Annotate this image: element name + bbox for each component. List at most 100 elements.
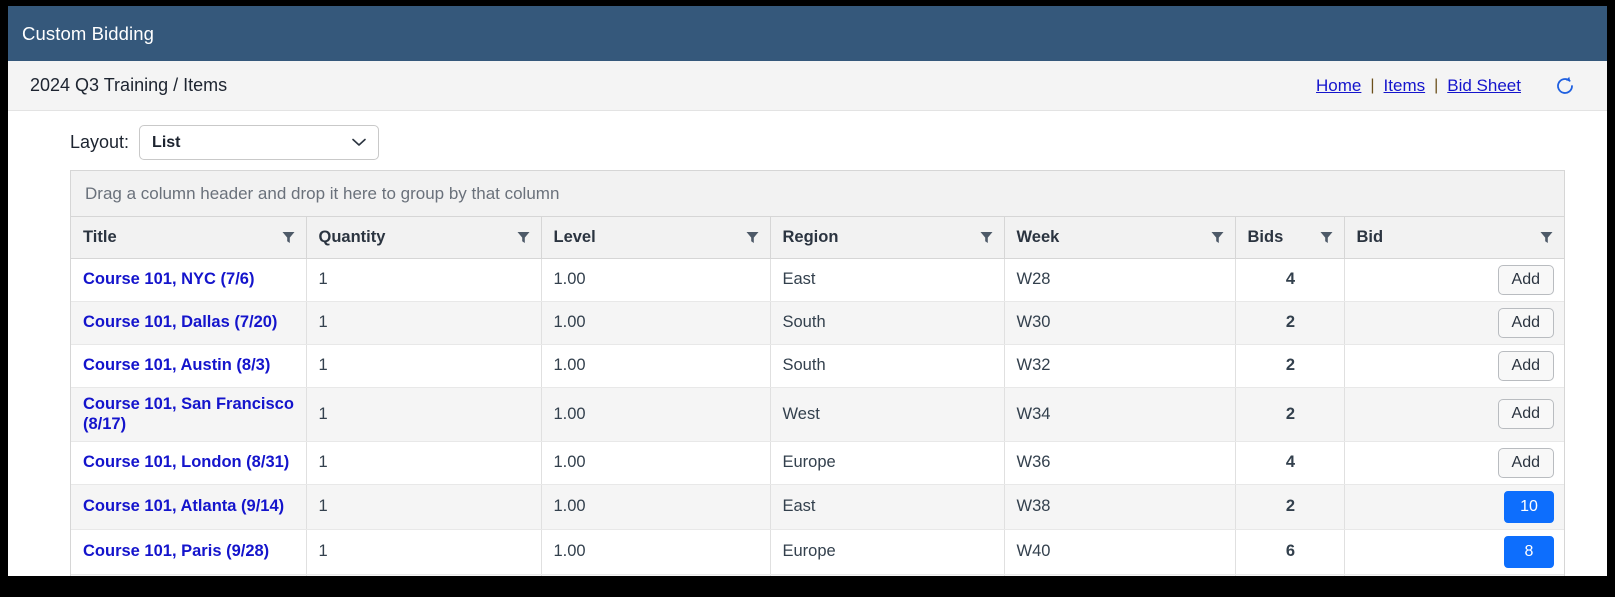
window-title-bar: Custom Bidding: [8, 6, 1607, 61]
navigation-strip: 2024 Q3 Training / Items Home | Items | …: [8, 61, 1607, 111]
refresh-icon[interactable]: [1553, 74, 1577, 98]
cell-bid: Add: [1344, 258, 1564, 302]
table-row[interactable]: [71, 574, 1564, 576]
cell-region: East: [770, 258, 1005, 302]
cell-bids[interactable]: 4: [1235, 441, 1345, 485]
cell-region: South: [770, 344, 1005, 388]
item-title-link[interactable]: Course 101, NYC (7/6): [83, 270, 254, 288]
column-header-level[interactable]: Level: [541, 217, 771, 259]
cell-quantity: [306, 574, 542, 576]
column-header-quantity[interactable]: Quantity: [306, 217, 542, 259]
breadcrumb: 2024 Q3 Training / Items: [30, 75, 228, 95]
layout-row: Layout: List: [8, 111, 1607, 170]
app-title: Custom Bidding: [22, 22, 154, 44]
group-by-drop-panel[interactable]: Drag a column header and drop it here to…: [71, 171, 1564, 217]
cell-week: W36: [1004, 441, 1236, 485]
nav-link-home[interactable]: Home: [1314, 76, 1363, 96]
cell-region: [770, 574, 1005, 576]
add-bid-button[interactable]: Add: [1497, 350, 1554, 381]
column-header-region-label: Region: [782, 227, 839, 246]
table-row[interactable]: Course 101, Austin (8/3) 1 1.00 South W3…: [71, 344, 1564, 388]
cell-quantity: 1: [306, 344, 542, 388]
cell-bid: Add: [1344, 441, 1564, 485]
cell-level: 1.00: [541, 441, 771, 485]
cell-level: 1.00: [541, 344, 771, 388]
filter-funnel-icon[interactable]: [1319, 230, 1334, 245]
cell-title: Course 101, Austin (8/3): [71, 344, 307, 388]
add-bid-button[interactable]: Add: [1497, 264, 1554, 295]
filter-funnel-icon[interactable]: [281, 230, 296, 245]
filter-funnel-icon[interactable]: [745, 230, 760, 245]
table-row[interactable]: Course 101, Dallas (7/20) 1 1.00 South W…: [71, 301, 1564, 345]
cell-bid: Add: [1344, 344, 1564, 388]
filter-funnel-icon[interactable]: [979, 230, 994, 245]
item-title-link[interactable]: Course 101, London (8/31): [83, 453, 289, 471]
cell-week: W28: [1004, 258, 1236, 302]
column-header-bid[interactable]: Bid: [1344, 217, 1564, 259]
add-bid-button[interactable]: Add: [1497, 399, 1554, 430]
cell-bids[interactable]: 2: [1235, 484, 1345, 530]
cell-bids[interactable]: 2: [1235, 344, 1345, 388]
item-title-link[interactable]: Course 101, San Francisco (8/17): [83, 395, 294, 434]
cell-bids[interactable]: 2: [1235, 387, 1345, 442]
column-header-bids[interactable]: Bids: [1235, 217, 1345, 259]
nav-separator-1: |: [1370, 76, 1375, 94]
filter-funnel-icon[interactable]: [516, 230, 531, 245]
item-title-link[interactable]: Course 101, Paris (9/28): [83, 542, 269, 560]
item-title-link[interactable]: Course 101, Austin (8/3): [83, 356, 270, 374]
cell-bids[interactable]: [1235, 574, 1345, 576]
item-title-link[interactable]: Course 101, Atlanta (9/14): [83, 497, 284, 515]
cell-level: 1.00: [541, 484, 771, 530]
column-header-title[interactable]: Title: [71, 217, 307, 259]
cell-level: [541, 574, 771, 576]
cell-quantity: 1: [306, 441, 542, 485]
table-row[interactable]: Course 101, NYC (7/6) 1 1.00 East W28 4 …: [71, 258, 1564, 302]
bid-amount-button[interactable]: 8: [1504, 535, 1554, 568]
column-header-title-label: Title: [83, 227, 117, 246]
nav-link-items[interactable]: Items: [1382, 76, 1428, 96]
cell-level: 1.00: [541, 301, 771, 345]
table-row[interactable]: Course 101, London (8/31) 1 1.00 Europe …: [71, 441, 1564, 485]
table-row[interactable]: Course 101, San Francisco (8/17) 1 1.00 …: [71, 387, 1564, 442]
nav-links: Home | Items | Bid Sheet: [1314, 76, 1523, 96]
item-title-link[interactable]: Course 101, Dallas (7/20): [83, 313, 277, 331]
column-header-week-label: Week: [1016, 227, 1060, 246]
bid-amount-button[interactable]: 10: [1504, 490, 1554, 523]
nav-link-bid-sheet[interactable]: Bid Sheet: [1445, 76, 1523, 96]
filter-funnel-icon[interactable]: [1539, 230, 1554, 245]
cell-bid: 10: [1344, 484, 1564, 530]
group-panel-hint: Drag a column header and drop it here to…: [85, 183, 560, 203]
cell-title: Course 101, London (8/31): [71, 441, 307, 485]
layout-select[interactable]: List: [139, 125, 380, 160]
cell-title: Course 101, NYC (7/6): [71, 258, 307, 302]
cell-region: East: [770, 484, 1005, 530]
cell-level: 1.00: [541, 529, 771, 575]
table-row[interactable]: Course 101, Paris (9/28) 1 1.00 Europe W…: [71, 529, 1564, 575]
add-bid-button[interactable]: Add: [1497, 307, 1554, 338]
cell-bids[interactable]: 6: [1235, 529, 1345, 575]
cell-region: South: [770, 301, 1005, 345]
cell-bids[interactable]: 2: [1235, 301, 1345, 345]
chevron-down-icon: [352, 138, 366, 146]
cell-bids[interactable]: 4: [1235, 258, 1345, 302]
add-bid-button[interactable]: Add: [1497, 447, 1554, 478]
filter-funnel-icon[interactable]: [1210, 230, 1225, 245]
cell-title: [71, 574, 307, 576]
column-header-region[interactable]: Region: [770, 217, 1005, 259]
layout-label: Layout:: [70, 132, 130, 152]
cell-week: W30: [1004, 301, 1236, 345]
items-table: Title Quantity Level Region Week Bids Bi…: [71, 217, 1564, 576]
column-header-quantity-label: Quantity: [318, 227, 386, 246]
cell-region: Europe: [770, 441, 1005, 485]
cell-title: Course 101, Dallas (7/20): [71, 301, 307, 345]
column-header-week[interactable]: Week: [1004, 217, 1236, 259]
layout-select-value: List: [152, 133, 181, 151]
cell-region: Europe: [770, 529, 1005, 575]
table-row[interactable]: Course 101, Atlanta (9/14) 1 1.00 East W…: [71, 484, 1564, 530]
column-header-bid-label: Bid: [1356, 227, 1384, 246]
cell-region: West: [770, 387, 1005, 442]
cell-title: Course 101, Paris (9/28): [71, 529, 307, 575]
cell-quantity: 1: [306, 258, 542, 302]
cell-week: W40: [1004, 529, 1236, 575]
cell-level: 1.00: [541, 387, 771, 442]
